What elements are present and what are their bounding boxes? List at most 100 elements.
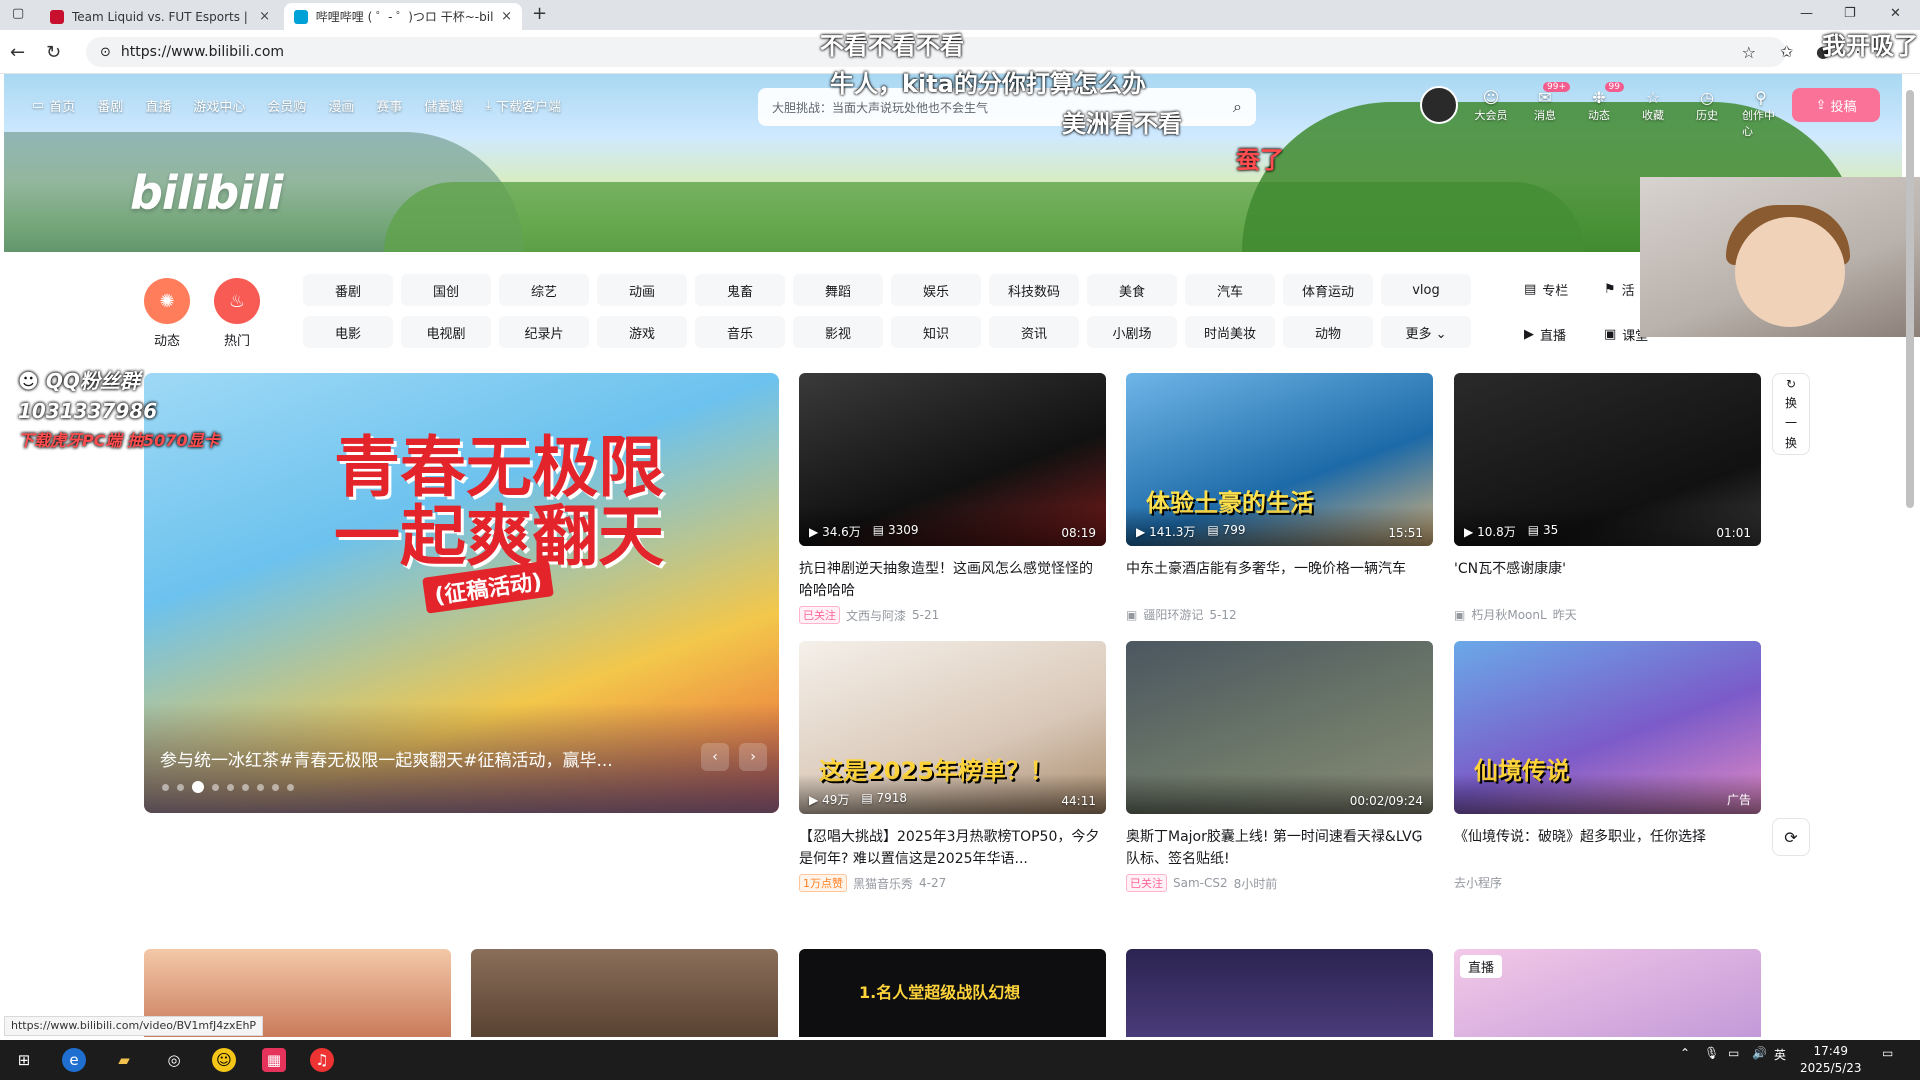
category-button[interactable]: 纪录片	[499, 316, 589, 348]
category-button[interactable]: 舞蹈	[793, 274, 883, 306]
history-button[interactable]: ◷ 历史	[1688, 88, 1726, 139]
microphone-icon[interactable]: 🎙	[1704, 1046, 1719, 1060]
bookmark-star-icon[interactable]: ☆	[1742, 43, 1756, 62]
carousel-dot[interactable]	[287, 783, 294, 791]
carousel-dot[interactable]	[212, 783, 219, 791]
nav-shop[interactable]: 会员购	[267, 96, 306, 115]
more-options-icon[interactable]: ⋮	[1411, 829, 1425, 845]
category-button[interactable]: 小剧场	[1087, 316, 1177, 348]
category-button[interactable]: 资讯	[989, 316, 1079, 348]
nav-manga[interactable]: 漫画	[328, 96, 354, 115]
nav-home[interactable]: ▭ 首页	[32, 96, 75, 115]
video-card-bottom-5[interactable]: 直播	[1454, 949, 1761, 1037]
video-author[interactable]: Sam-CS2	[1173, 876, 1228, 890]
file-explorer-icon[interactable]: ▰	[112, 1048, 136, 1072]
category-button[interactable]: 美食	[1087, 274, 1177, 306]
nav-game-center[interactable]: 游戏中心	[193, 96, 245, 115]
video-thumbnail[interactable]: 体验土豪的生活 ▶ 141.3万 ▤ 799 15:51	[1126, 373, 1433, 546]
nav-download-client[interactable]: ⤓ 下载客户端	[485, 96, 561, 115]
maximize-button[interactable]: ❐	[1844, 6, 1856, 21]
carousel-dot[interactable]	[257, 783, 264, 791]
carousel-prev-button[interactable]: ‹	[701, 743, 729, 771]
back-icon[interactable]: ←	[10, 42, 25, 63]
video-card-bottom-3[interactable]: 1.名人堂超级战队幻想	[799, 949, 1106, 1037]
avatar[interactable]	[1420, 86, 1458, 124]
rotate-refresh-button[interactable]: ⟳	[1772, 818, 1810, 856]
video-title[interactable]: 'CN瓦不感谢康康'	[1454, 558, 1761, 602]
new-tab-button[interactable]: +	[532, 3, 547, 24]
video-title[interactable]: 奥斯丁Major胶囊上线! 第一时间速看天禄&LVG队标、签名贴纸!	[1126, 826, 1433, 870]
favorites-button[interactable]: ☆ 收藏	[1634, 88, 1672, 139]
reload-icon[interactable]: ↻	[46, 42, 61, 63]
carousel-dot[interactable]	[272, 783, 279, 791]
category-button[interactable]: 科技数码	[989, 274, 1079, 306]
close-window-button[interactable]: ✕	[1890, 6, 1901, 21]
carousel-dot[interactable]	[192, 781, 204, 793]
video-card[interactable]: 这是2025年榜单？！ ▶ 49万 ▤ 7918 44:11 【忍唱大挑战】20…	[799, 641, 1106, 892]
category-button[interactable]: 国创	[401, 274, 491, 306]
tray-chevron-icon[interactable]: ⌃	[1680, 1046, 1690, 1060]
edge-icon[interactable]: e	[62, 1048, 86, 1072]
volume-icon[interactable]: 🔊	[1752, 1046, 1767, 1060]
nav-live[interactable]: 直播	[145, 96, 171, 115]
nav-esports[interactable]: 赛事	[376, 96, 402, 115]
input-language[interactable]: 英	[1774, 1046, 1786, 1063]
category-button[interactable]: 游戏	[597, 316, 687, 348]
video-thumbnail[interactable]: ▶ 10.8万 ▤ 35 01:01	[1454, 373, 1761, 546]
video-author[interactable]: 文西与阿漆	[846, 607, 906, 624]
search-icon[interactable]: ⌕	[1233, 97, 1242, 117]
channel-dynamic[interactable]: ✺ 动态	[132, 278, 202, 349]
video-author[interactable]: 疆阳环游记	[1143, 606, 1203, 623]
category-button[interactable]: 影视	[793, 316, 883, 348]
category-button[interactable]: 知识	[891, 316, 981, 348]
video-card[interactable]: 体验土豪的生活 ▶ 141.3万 ▤ 799 15:51 中东土豪酒店能有多奢华…	[1126, 373, 1433, 623]
network-icon[interactable]: ▭	[1728, 1046, 1739, 1060]
category-button[interactable]: 汽车	[1185, 274, 1275, 306]
category-button[interactable]: vlog	[1381, 274, 1471, 306]
upload-button[interactable]: ⇪ 投稿	[1792, 88, 1880, 122]
carousel-caption[interactable]: 参与统一冰红茶#青春无极限一起爽翻天#征稿活动，赢毕...	[160, 746, 680, 771]
promo-carousel[interactable]: 青春无极限 一起爽翻天 (征稿活动) 参与统一冰红茶#青春无极限一起爽翻天#征稿…	[144, 373, 779, 813]
tab-team-liquid[interactable]: Team Liquid vs. FUT Esports | Esp ×	[40, 3, 280, 30]
video-author[interactable]: 黑猫音乐秀	[853, 875, 913, 892]
carousel-dot[interactable]	[227, 783, 234, 791]
video-thumbnail[interactable]: 00:02/09:24	[1126, 641, 1433, 814]
video-card[interactable]: ▶ 34.6万 ▤ 3309 08:19 抗日神剧逆天抽象造型！这画风怎么感觉怪…	[799, 373, 1106, 624]
category-button[interactable]: 体育运动	[1283, 274, 1373, 306]
side-item-column[interactable]: ▤ 专栏	[1524, 280, 1604, 299]
category-button[interactable]: 电视剧	[401, 316, 491, 348]
category-button[interactable]: 动画	[597, 274, 687, 306]
side-item-live[interactable]: ▶ 直播	[1524, 325, 1604, 344]
scrollbar-thumb[interactable]	[1906, 90, 1914, 508]
video-title[interactable]: 中东土豪酒店能有多奢华，一晚价格一辆汽车	[1126, 558, 1433, 602]
category-button[interactable]: 娱乐	[891, 274, 981, 306]
site-info-icon[interactable]: ⊙	[100, 45, 111, 60]
video-title[interactable]: 抗日神剧逆天抽象造型！这画风怎么感觉怪怪的哈哈哈哈	[799, 558, 1106, 602]
creator-center-button[interactable]: ⚲ 创作中心	[1742, 88, 1780, 139]
steam-icon[interactable]: ◎	[162, 1048, 186, 1072]
video-thumbnail[interactable]: 这是2025年榜单？！ ▶ 49万 ▤ 7918 44:11	[799, 641, 1106, 814]
video-author[interactable]: 去小程序	[1454, 874, 1502, 891]
category-button[interactable]: 番剧	[303, 274, 393, 306]
app-icon[interactable]: ▦	[262, 1048, 286, 1072]
chat-app-icon[interactable]: ☺	[212, 1048, 236, 1072]
category-button[interactable]: 鬼畜	[695, 274, 785, 306]
taskbar-clock[interactable]: 17:49 2025/5/23	[1800, 1043, 1862, 1077]
carousel-dot[interactable]	[177, 783, 184, 791]
netease-music-icon[interactable]: ♫	[310, 1048, 334, 1072]
category-button[interactable]: 时尚美妆	[1185, 316, 1275, 348]
video-card[interactable]: 仙境传说 广告 《仙境传说：破晓》超多职业，任你选择 去小程序	[1454, 641, 1761, 891]
vip-button[interactable]: ☺ 大会员	[1472, 88, 1510, 139]
carousel-dot[interactable]	[242, 783, 249, 791]
video-title[interactable]: 《仙境传说：破晓》超多职业，任你选择	[1454, 826, 1761, 870]
video-author[interactable]: 朽月秋MoonL	[1471, 606, 1546, 623]
bilibili-logo[interactable]: bilibili	[130, 166, 283, 220]
video-thumbnail[interactable]: 仙境传说 广告	[1454, 641, 1761, 814]
category-button[interactable]: 电影	[303, 316, 393, 348]
carousel-next-button[interactable]: ›	[739, 743, 767, 771]
video-card-bottom-2[interactable]	[471, 949, 778, 1037]
nav-anime[interactable]: 番剧	[97, 96, 123, 115]
minimize-button[interactable]: —	[1800, 6, 1813, 21]
category-button[interactable]: 综艺	[499, 274, 589, 306]
video-thumbnail[interactable]: ▶ 34.6万 ▤ 3309 08:19	[799, 373, 1106, 546]
